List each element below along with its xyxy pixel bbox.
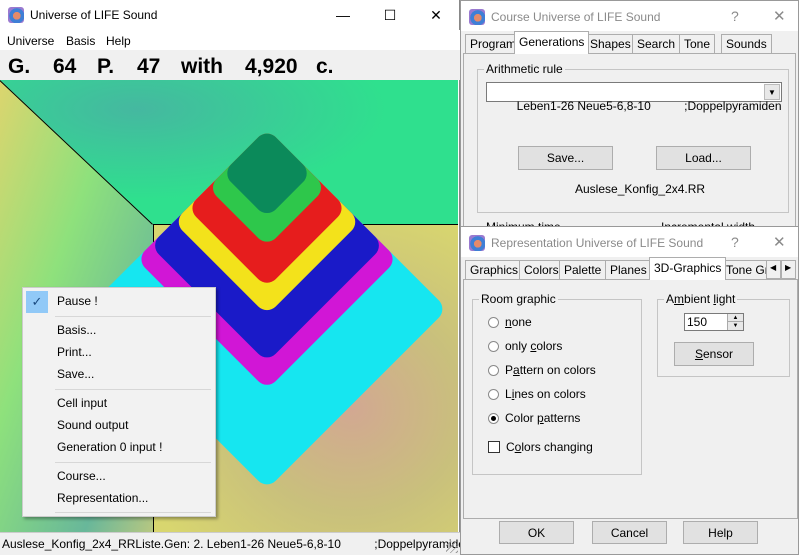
tab-generations[interactable]: Generations [514,31,590,54]
status-text: Auslese_Konfig_2x4_RRListe.Gen: 2. Leben… [2,537,472,551]
menu-basis[interactable]: Basis [66,34,95,48]
arithmetic-rule-group: Arithmetic rule Leben1-26 Neue5-6,8-10 ;… [477,62,789,213]
menu-separator [55,512,211,513]
menu-help[interactable]: Help [106,34,131,48]
colors-changing-label[interactable]: Colors changing [506,440,593,454]
menu-bar: Universe Basis Help [0,30,460,50]
representation-tabs: Graphics Colors Palette Planes 3D-Graphi… [465,257,798,280]
tab-planes[interactable]: Planes [605,260,652,279]
generations-panel: Arithmetic rule Leben1-26 Neue5-6,8-10 ;… [463,53,796,247]
menu-universe[interactable]: Universe [7,34,54,48]
chevron-down-icon[interactable]: ▼ [764,84,780,100]
course-tabs: Program Generations Shapes Search Tone S… [465,31,795,54]
menu-item-course[interactable]: Course... [57,469,106,483]
menu-item-pause[interactable]: Pause ! [57,294,98,308]
tab-scroll-left-icon[interactable]: ◀ [766,260,781,279]
tab-palette[interactable]: Palette [559,260,607,279]
radio-lines-on-colors-label[interactable]: Lines on colors [505,387,586,401]
maximize-button[interactable]: ☐ [367,4,413,26]
context-menu: ✓ Pause ! Basis... Print... Save... Cell… [22,287,216,517]
spin-up-icon[interactable]: ▲ [727,314,743,322]
radio-none[interactable] [488,317,499,328]
representation-dialog-title-bar[interactable]: Representation Universe of LIFE Sound ? … [461,227,798,257]
arithmetic-rule-value: Leben1-26 Neue5-6,8-10 ;Doppelpyramiden [516,99,782,113]
radio-lines-on-colors[interactable] [488,389,499,400]
ambient-light-group: Ambient light 150 ▲ ▼ Sensor [657,292,790,377]
arithmetic-rule-dropdown[interactable]: Leben1-26 Neue5-6,8-10 ;Doppelpyramiden … [486,82,782,113]
help-button[interactable]: Help [683,521,758,544]
tab-tone[interactable]: Tone [679,34,716,53]
close-icon[interactable]: ✕ [773,7,786,25]
rule-file-name: Auslese_Konfig_2x4.RR [575,182,706,196]
ambient-light-value: 150 [687,315,708,329]
radio-pattern-on-colors-label[interactable]: Pattern on colors [505,363,596,377]
cells-label: c. [316,55,334,78]
save-rule-button[interactable]: Save... [518,146,613,170]
menu-item-sound-output[interactable]: Sound output [57,418,128,432]
course-dialog-title-bar[interactable]: Course Universe of LIFE Sound ? ✕ [461,1,798,31]
help-icon[interactable]: ? [731,8,739,24]
room-graphic-group: Room graphic none only colors Pattern on… [472,292,642,475]
ok-button[interactable]: OK [499,521,574,544]
3d-graphics-panel: Room graphic none only colors Pattern on… [463,279,798,519]
tab-search[interactable]: Search [632,34,681,53]
menu-item-print[interactable]: Print... [57,345,92,359]
generation-status-line: G. 64 P. 47 with 4,920 c. [0,50,460,80]
tab-shapes[interactable]: Shapes [585,34,636,53]
radio-none-label[interactable]: none [505,315,532,329]
tab-graphics[interactable]: Graphics [465,260,524,279]
menu-item-representation[interactable]: Representation... [57,491,148,505]
main-window-title: Universe of LIFE Sound [30,8,158,22]
menu-separator [55,316,211,317]
ambient-light-label: Ambient light [664,292,738,306]
menu-item-generation-0-input[interactable]: Generation 0 input ! [57,440,162,454]
main-title-bar[interactable]: Universe of LIFE Sound — ☐ ✕ [0,0,459,30]
representation-dialog-title: Representation Universe of LIFE Sound [491,236,704,250]
arithmetic-rule-label: Arithmetic rule [484,62,565,76]
app-icon [469,235,485,251]
radio-pattern-on-colors[interactable] [488,365,499,376]
radio-only-colors-label[interactable]: only colors [505,339,562,353]
resize-grip[interactable] [446,541,458,553]
population-label: P. [97,55,115,78]
tab-3d-graphics[interactable]: 3D-Graphics [649,257,727,280]
tab-sounds[interactable]: Sounds [721,34,772,53]
course-dialog-title: Course Universe of LIFE Sound [491,10,661,24]
radio-only-colors[interactable] [488,341,499,352]
generation-value: 64 [53,55,77,78]
sensor-button[interactable]: Sensor [674,342,754,366]
room-graphic-label: Room graphic [479,292,558,306]
cancel-button[interactable]: Cancel [592,521,667,544]
ambient-light-spinner[interactable]: 150 ▲ ▼ [684,313,744,331]
course-dialog: Course Universe of LIFE Sound ? ✕ Progra… [460,0,799,247]
app-icon [469,9,485,25]
menu-item-cell-input[interactable]: Cell input [57,396,107,410]
tab-program[interactable]: Program [465,34,522,53]
colors-changing-checkbox[interactable] [488,441,500,453]
menu-item-save[interactable]: Save... [57,367,94,381]
population-value: 47 [137,55,161,78]
close-icon[interactable]: ✕ [773,233,786,251]
close-button[interactable]: ✕ [413,4,459,26]
representation-dialog: Representation Universe of LIFE Sound ? … [460,226,799,555]
generation-label: G. [8,55,31,78]
checkmark-icon: ✓ [26,291,48,313]
spin-down-icon[interactable]: ▼ [727,322,743,330]
app-icon [8,7,24,23]
menu-separator [55,462,211,463]
radio-color-patterns[interactable] [488,413,499,424]
cells-value: 4,920 [245,55,298,78]
tab-scroll-right-icon[interactable]: ▶ [781,260,796,279]
radio-color-patterns-label[interactable]: Color patterns [505,411,580,425]
load-rule-button[interactable]: Load... [656,146,751,170]
menu-item-basis[interactable]: Basis... [57,323,96,337]
tab-colors[interactable]: Colors [519,260,564,279]
help-icon[interactable]: ? [731,234,739,250]
main-window: Universe of LIFE Sound — ☐ ✕ Universe Ba… [0,0,472,555]
status-bar: Auslese_Konfig_2x4_RRListe.Gen: 2. Leben… [0,532,472,555]
menu-separator [55,389,211,390]
minimize-button[interactable]: — [320,4,366,26]
with-label: with [181,55,223,78]
